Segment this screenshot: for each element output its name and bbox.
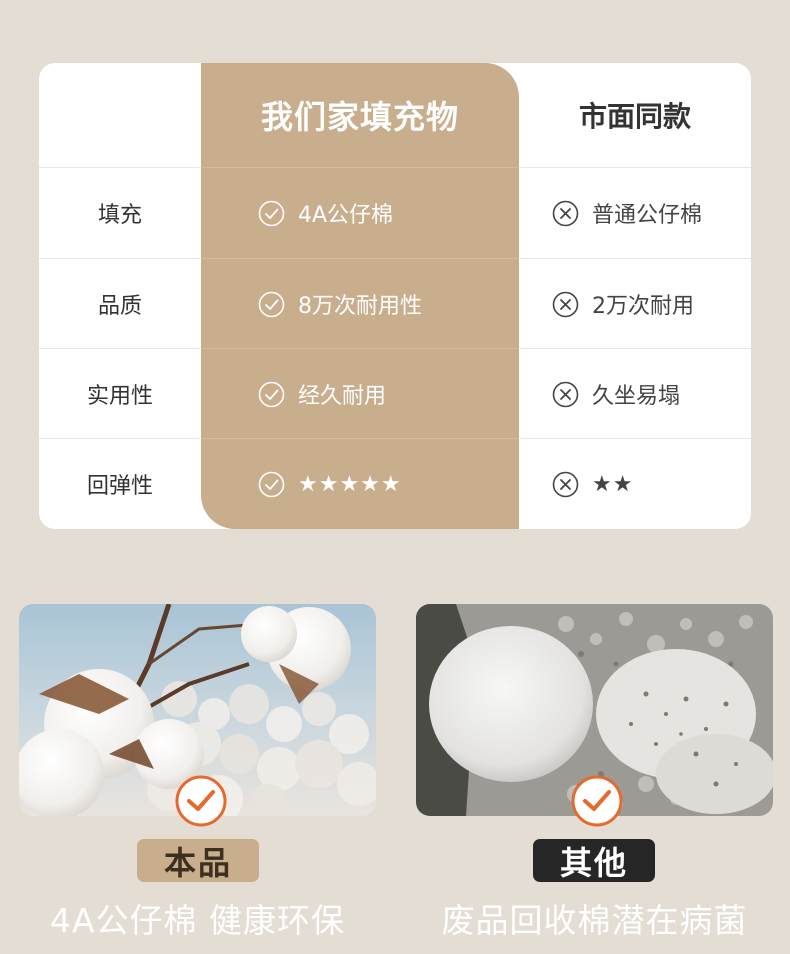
row-label: 品质 (97, 294, 142, 319)
ours-cell: 经久耐用 (258, 349, 518, 439)
check-circle-icon (258, 200, 285, 227)
market-value: 2万次耐用 (592, 294, 694, 319)
caption-others: 废品回收棉潜在病菌 (441, 901, 748, 940)
ours-value: 8万次耐用性 (298, 294, 422, 319)
market-cell: ★★ (552, 439, 751, 529)
header-ours: 我们家填充物 (260, 98, 459, 136)
tag-others: 其他 (533, 839, 655, 882)
x-circle-icon (552, 291, 579, 318)
check-badge-icon (571, 775, 623, 827)
ours-value: 4A公仔棉 (298, 203, 394, 228)
ours-rating-stars: ★★★★★ (298, 471, 402, 497)
ours-cell: 4A公仔棉 (258, 168, 518, 258)
row-label: 回弹性 (86, 474, 153, 499)
ours-cell: 8万次耐用性 (258, 259, 518, 349)
header-market: 市面同款 (578, 100, 691, 133)
market-value: 普通公仔棉 (592, 203, 703, 228)
market-cell: 2万次耐用 (552, 259, 751, 349)
x-circle-icon (552, 381, 579, 408)
ours-cell: ★★★★★ (258, 439, 518, 529)
market-cell: 久坐易塌 (552, 349, 751, 439)
check-badge-icon (175, 775, 227, 827)
market-value: 久坐易塌 (592, 384, 681, 409)
caption-this-product: 4A公仔棉 健康环保 (49, 901, 346, 940)
row-label: 实用性 (86, 384, 153, 409)
market-rating-stars: ★★ (592, 471, 634, 497)
x-circle-icon (552, 200, 579, 227)
ours-value: 经久耐用 (298, 384, 387, 409)
check-circle-icon (258, 471, 285, 498)
x-circle-icon (552, 471, 579, 498)
check-circle-icon (258, 381, 285, 408)
row-label: 填充 (97, 203, 142, 228)
tag-this-product: 本品 (137, 839, 259, 882)
market-cell: 普通公仔棉 (552, 168, 751, 258)
check-circle-icon (258, 291, 285, 318)
